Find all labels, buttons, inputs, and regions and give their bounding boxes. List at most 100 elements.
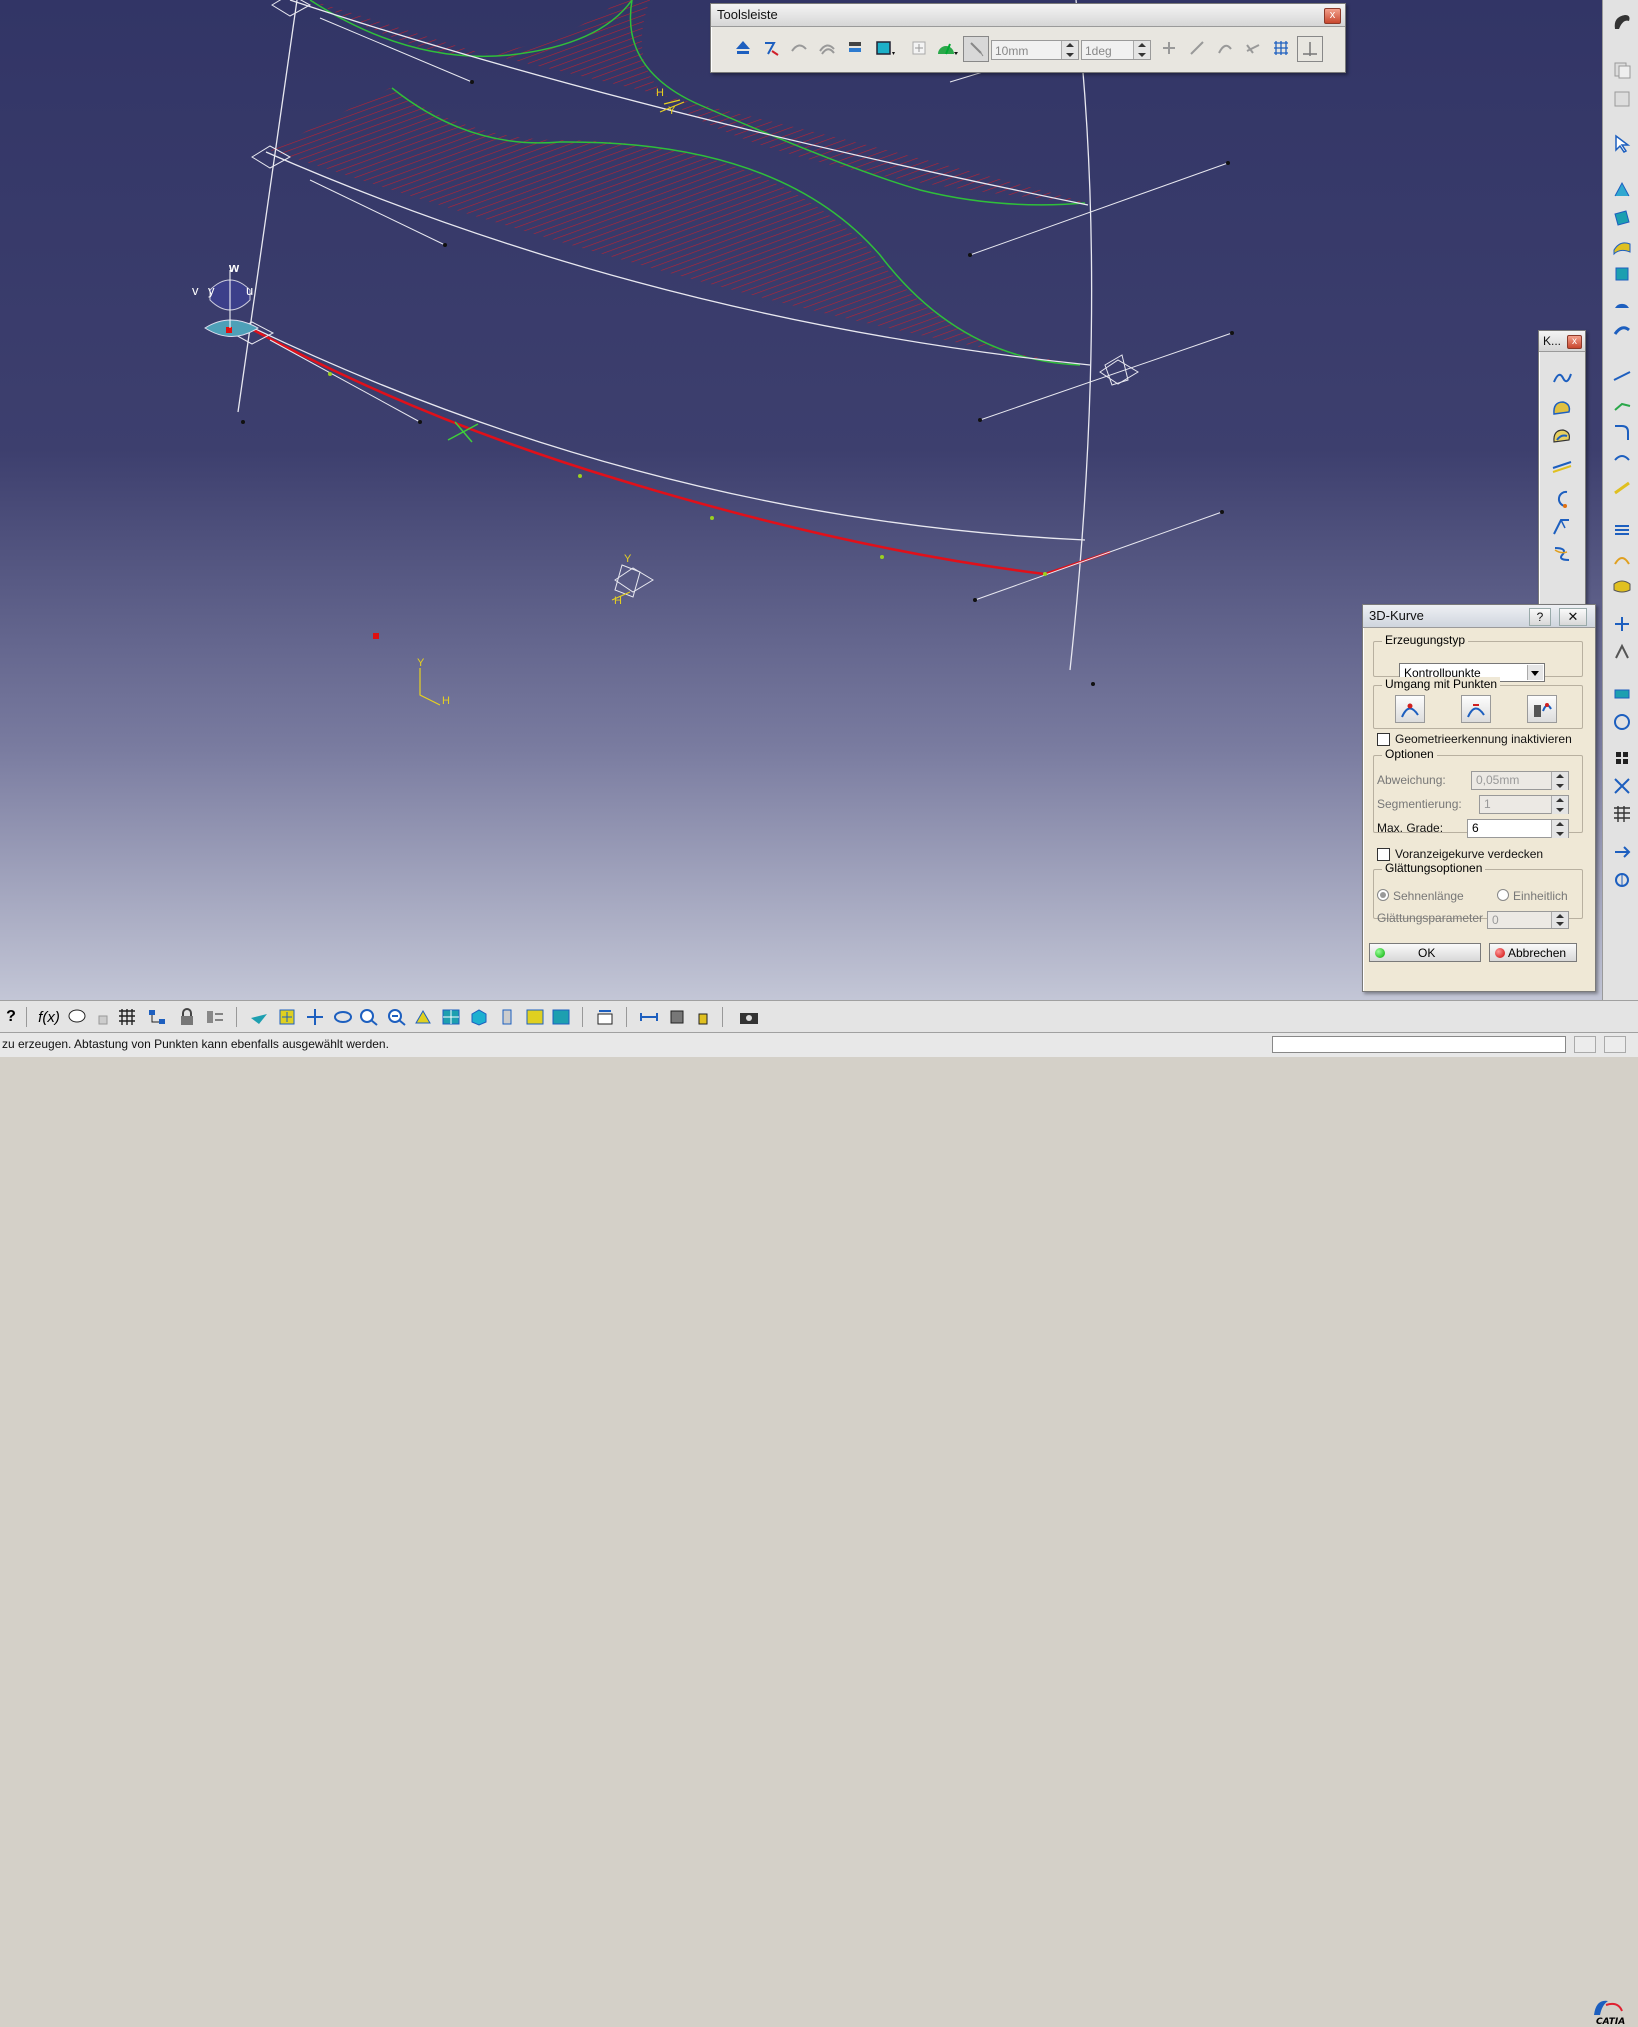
fit-icon[interactable] bbox=[1157, 36, 1181, 60]
smoothing-param-spinner[interactable] bbox=[1551, 912, 1568, 928]
chord-length-radio[interactable] bbox=[1377, 889, 1389, 901]
max-degree-spinner[interactable] bbox=[1551, 820, 1568, 838]
uniform-radio[interactable] bbox=[1497, 889, 1509, 901]
constraint-icon[interactable] bbox=[1611, 712, 1633, 732]
toolsleiste-close-button[interactable]: x bbox=[1324, 8, 1341, 24]
padlock-icon[interactable] bbox=[176, 1007, 198, 1027]
chevron-down-icon[interactable] bbox=[1527, 665, 1543, 680]
select-icon[interactable] bbox=[1611, 134, 1633, 154]
free-point-icon[interactable] bbox=[1527, 695, 1557, 723]
align-icon[interactable] bbox=[731, 36, 755, 60]
zoom-out-icon[interactable] bbox=[386, 1007, 408, 1027]
lock-icon[interactable] bbox=[92, 1007, 114, 1027]
corner-icon[interactable] bbox=[1611, 394, 1633, 414]
curve-creation-toolbar[interactable]: K... x bbox=[1538, 330, 1586, 608]
grid-icon[interactable] bbox=[1269, 36, 1293, 60]
zoom-in-icon[interactable] bbox=[358, 1007, 380, 1027]
segmentation-spinner[interactable] bbox=[1551, 796, 1568, 814]
measure-icon[interactable] bbox=[1611, 684, 1633, 704]
help-icon[interactable]: ? bbox=[0, 1007, 22, 1027]
line-icon[interactable] bbox=[1611, 366, 1633, 386]
helix-icon[interactable] bbox=[1550, 543, 1574, 565]
snap-point-icon[interactable] bbox=[759, 36, 783, 60]
join-icon[interactable] bbox=[1611, 576, 1633, 596]
normal-view-icon[interactable] bbox=[412, 1007, 434, 1027]
smoothing-param-input[interactable]: 0 bbox=[1487, 911, 1569, 929]
ok-button[interactable]: OK bbox=[1369, 943, 1481, 962]
measure-icon[interactable] bbox=[638, 1007, 660, 1027]
distance-input[interactable]: 10mm bbox=[991, 40, 1079, 60]
k-toolbar-close-button[interactable]: x bbox=[1567, 335, 1582, 349]
revolve-icon[interactable] bbox=[1611, 292, 1633, 312]
blend-icon[interactable] bbox=[1611, 548, 1633, 568]
curve-on-surface-icon[interactable] bbox=[1550, 397, 1574, 419]
layer-icon[interactable] bbox=[843, 36, 867, 60]
offset-icon[interactable] bbox=[1611, 614, 1633, 634]
fly-icon[interactable] bbox=[248, 1007, 270, 1027]
hide-preview-checkbox[interactable] bbox=[1377, 848, 1390, 861]
selector-icon[interactable] bbox=[204, 1007, 226, 1027]
weight-icon[interactable] bbox=[692, 1007, 714, 1027]
surface-icon[interactable] bbox=[787, 36, 811, 60]
toolsleiste-titlebar[interactable]: Toolsleiste x bbox=[711, 4, 1345, 27]
iso-curve-icon[interactable] bbox=[1550, 425, 1574, 447]
sweep-icon[interactable] bbox=[1611, 320, 1633, 340]
inertia-icon[interactable] bbox=[666, 1007, 688, 1027]
copy-icon[interactable] bbox=[1611, 60, 1633, 80]
catia-start-icon[interactable] bbox=[1611, 12, 1633, 32]
toolsleiste-toolbar[interactable]: Toolsleiste x 10mm 1deg bbox=[710, 3, 1346, 73]
formula-icon[interactable]: f(x) bbox=[38, 1007, 60, 1027]
dialog-titlebar[interactable]: 3D-Kurve ? ✕ bbox=[1363, 605, 1595, 628]
hide-show-icon[interactable] bbox=[550, 1007, 572, 1027]
plus-icon[interactable] bbox=[907, 36, 931, 60]
split-icon[interactable] bbox=[1611, 450, 1633, 470]
dialog-close-button[interactable]: ✕ bbox=[1559, 608, 1587, 626]
surface-copy-icon[interactable] bbox=[815, 36, 839, 60]
match-curve-icon[interactable] bbox=[1550, 515, 1574, 537]
iso-view-icon[interactable] bbox=[468, 1007, 490, 1027]
shading-icon[interactable] bbox=[524, 1007, 546, 1027]
command-input[interactable] bbox=[1272, 1036, 1566, 1053]
projection-curve-icon[interactable] bbox=[1550, 453, 1574, 475]
helix-icon[interactable] bbox=[1611, 642, 1633, 662]
point-icon[interactable] bbox=[1213, 36, 1237, 60]
sketch-icon[interactable] bbox=[1611, 180, 1633, 200]
fit-all-icon[interactable] bbox=[276, 1007, 298, 1027]
surface-icon[interactable] bbox=[1611, 236, 1633, 256]
insert-point-icon[interactable] bbox=[1395, 695, 1425, 723]
status-button-2[interactable] bbox=[1604, 1036, 1626, 1053]
axis-icon[interactable] bbox=[1297, 36, 1323, 62]
circle-arc-icon[interactable] bbox=[1550, 487, 1574, 509]
multi-section-icon[interactable] bbox=[1611, 520, 1633, 540]
max-degree-input[interactable]: 6 bbox=[1467, 819, 1569, 838]
cancel-button[interactable]: Abbrechen bbox=[1489, 943, 1577, 962]
render-style-icon[interactable] bbox=[496, 1007, 518, 1027]
plane-icon[interactable] bbox=[1611, 208, 1633, 228]
segmentation-input[interactable]: 1 bbox=[1479, 795, 1569, 814]
dialog-help-button[interactable]: ? bbox=[1529, 608, 1551, 626]
deviation-spinner[interactable] bbox=[1551, 772, 1568, 790]
3d-curve-dialog[interactable]: 3D-Kurve ? ✕ Erzeugungstyp Kontrollpunkt… bbox=[1362, 604, 1596, 992]
fillet-icon[interactable] bbox=[1611, 422, 1633, 442]
spline-icon[interactable] bbox=[1550, 367, 1574, 389]
comment-icon[interactable] bbox=[66, 1007, 88, 1027]
curvature-icon[interactable] bbox=[1241, 36, 1265, 60]
extrude-icon[interactable] bbox=[1611, 264, 1633, 284]
disable-geometry-detection-checkbox[interactable] bbox=[1377, 733, 1390, 746]
table-icon[interactable] bbox=[116, 1007, 138, 1027]
deviation-input[interactable]: 0,05mm bbox=[1471, 771, 1569, 790]
angle-spinner[interactable] bbox=[1133, 41, 1150, 59]
distance-spinner[interactable] bbox=[1061, 41, 1078, 59]
tool-icon[interactable] bbox=[1611, 870, 1633, 890]
cursor-tool-icon[interactable] bbox=[963, 36, 989, 62]
connect-icon[interactable] bbox=[1611, 478, 1633, 498]
angle-input[interactable]: 1deg bbox=[1081, 40, 1151, 60]
rotate-icon[interactable] bbox=[332, 1007, 354, 1027]
camera-icon[interactable] bbox=[738, 1007, 760, 1027]
remove-point-icon[interactable] bbox=[1461, 695, 1491, 723]
tree-icon[interactable] bbox=[146, 1007, 168, 1027]
check-icon[interactable] bbox=[1611, 748, 1633, 768]
pan-icon[interactable] bbox=[304, 1007, 326, 1027]
paste-icon[interactable] bbox=[1611, 88, 1633, 108]
status-button-1[interactable] bbox=[1574, 1036, 1596, 1053]
